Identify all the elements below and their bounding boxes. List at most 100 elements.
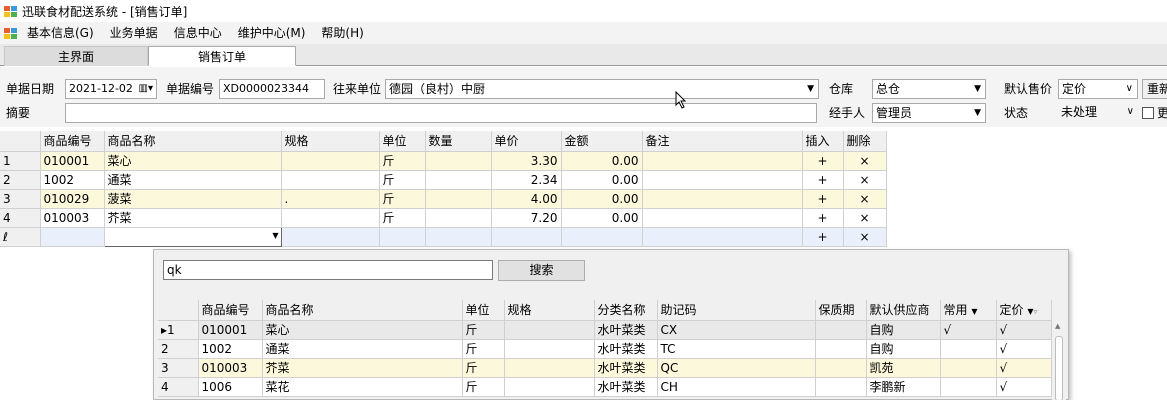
col-name[interactable]: 商品名称	[262, 300, 463, 321]
cell-list-price[interactable]: √	[996, 358, 1052, 378]
cell-supplier[interactable]: 李鹏新	[866, 377, 941, 397]
scrollbar-thumb[interactable]	[1055, 336, 1063, 400]
col-code[interactable]: 商品编号	[40, 131, 105, 152]
chevron-down-icon[interactable]: ▼	[272, 231, 278, 240]
cell-price[interactable]: 3.30	[491, 151, 562, 171]
col-unit[interactable]: 单位	[379, 131, 426, 152]
product-name-dropdown[interactable]: ▼	[103, 226, 282, 247]
menu-info-center[interactable]: 信息中心	[166, 22, 230, 44]
menu-business-docs[interactable]: 业务单据	[102, 22, 166, 44]
tab-home[interactable]: 主界面	[4, 46, 148, 66]
cell-price[interactable]	[491, 227, 562, 247]
chevron-down-icon[interactable]: ▼	[971, 307, 977, 316]
cell-unit[interactable]: 斤	[379, 170, 426, 190]
cell-name[interactable]: 芥菜	[104, 208, 282, 228]
insert-row-button[interactable]: +	[802, 208, 844, 228]
cell-unit[interactable]: 斤	[379, 189, 426, 209]
cell-mnemonic[interactable]: QC	[657, 358, 816, 378]
col-code[interactable]: 商品编号	[198, 300, 263, 321]
popup-scrollbar[interactable]: ▲	[1052, 320, 1066, 400]
status-select[interactable]: 未处理 ∨	[1058, 103, 1138, 123]
cell-name[interactable]: 菜心	[104, 151, 282, 171]
cell-supplier[interactable]: 凯苑	[866, 358, 941, 378]
cell-mnemonic[interactable]: TC	[657, 339, 816, 359]
cell-memo[interactable]	[642, 151, 803, 171]
cell-unit[interactable]: 斤	[462, 358, 505, 378]
menu-help[interactable]: 帮助(H)	[313, 22, 371, 44]
more-checkbox[interactable]	[1142, 107, 1154, 119]
cell-shelf-life[interactable]	[815, 377, 867, 397]
row-index[interactable]: 4	[158, 377, 199, 397]
table-row[interactable]: 4 1006 菜花 斤 水叶菜类 CH 李鹏新 √	[158, 377, 1052, 397]
cell-unit[interactable]: 斤	[379, 151, 426, 171]
table-row[interactable]: 3 010003 芥菜 斤 水叶菜类 QC 凯苑 √	[158, 358, 1052, 378]
table-row[interactable]: ▸1 010001 菜心 斤 水叶菜类 CX 自购 √ √	[158, 320, 1052, 340]
cell-unit[interactable]	[379, 227, 426, 247]
cell-list-price[interactable]: √	[996, 320, 1052, 340]
cell-spec[interactable]: .	[281, 189, 380, 209]
insert-row-button[interactable]: +	[802, 189, 844, 209]
cell-category[interactable]: 水叶菜类	[594, 339, 658, 359]
cell-category[interactable]: 水叶菜类	[594, 377, 658, 397]
col-mnemonic[interactable]: 助记码	[657, 300, 816, 321]
row-index[interactable]: 3	[158, 358, 199, 378]
row-index[interactable]: 1	[0, 151, 41, 171]
delete-row-button[interactable]: ×	[843, 227, 887, 247]
doc-no-field[interactable]: XD0000023344	[219, 79, 325, 99]
cell-qty[interactable]	[425, 227, 492, 247]
col-spec[interactable]: 规格	[281, 131, 380, 152]
menu-basic-info[interactable]: 基本信息(G)	[19, 22, 102, 44]
col-delete[interactable]: 删除	[843, 131, 887, 152]
cell-supplier[interactable]: 自购	[866, 339, 941, 359]
cell-spec[interactable]	[281, 170, 380, 190]
cell-category[interactable]: 水叶菜类	[594, 320, 658, 340]
cell-spec[interactable]	[504, 320, 595, 340]
cell-unit[interactable]: 斤	[462, 377, 505, 397]
cell-code[interactable]: 010003	[40, 208, 105, 228]
cell-common[interactable]	[940, 377, 997, 397]
table-row[interactable]: 2 1002 通菜 斤 2.34 0.00 + ×	[0, 170, 887, 190]
cell-qty[interactable]	[425, 208, 492, 228]
insert-row-button[interactable]: +	[802, 227, 844, 247]
search-button[interactable]: 搜索	[498, 260, 585, 281]
cell-code[interactable]	[40, 227, 105, 247]
row-index[interactable]: 2	[0, 170, 41, 190]
cell-name[interactable]: 菜心	[262, 320, 463, 340]
cell-unit[interactable]: 斤	[462, 339, 505, 359]
cell-shelf-life[interactable]	[815, 320, 867, 340]
cell-shelf-life[interactable]	[815, 339, 867, 359]
col-unit[interactable]: 单位	[462, 300, 505, 321]
default-price-select[interactable]: 定价 ∨	[1058, 79, 1138, 99]
cell-code[interactable]: 010029	[40, 189, 105, 209]
warehouse-select[interactable]: 总仓 ▼	[872, 79, 986, 99]
tab-sales-order[interactable]: 销售订单	[148, 46, 296, 66]
col-shelf-life[interactable]: 保质期	[815, 300, 867, 321]
cell-memo[interactable]	[642, 227, 803, 247]
cell-common[interactable]	[940, 339, 997, 359]
cell-name[interactable]: 芥菜	[262, 358, 463, 378]
cell-price[interactable]: 7.20	[491, 208, 562, 228]
cell-spec[interactable]	[504, 339, 595, 359]
cell-unit[interactable]: 斤	[462, 320, 505, 340]
insert-row-button[interactable]: +	[802, 170, 844, 190]
cell-supplier[interactable]: 自购	[866, 320, 941, 340]
filter-icon[interactable]: ▿	[1034, 307, 1038, 316]
cell-spec[interactable]	[281, 208, 380, 228]
col-supplier[interactable]: 默认供应商	[866, 300, 941, 321]
col-price[interactable]: 单价	[491, 131, 562, 152]
cell-common[interactable]: √	[940, 320, 997, 340]
memo-field[interactable]	[65, 103, 817, 123]
cell-memo[interactable]	[642, 208, 803, 228]
col-name[interactable]: 商品名称	[104, 131, 282, 152]
cell-spec[interactable]	[504, 377, 595, 397]
refresh-button[interactable]: 重新	[1142, 79, 1167, 99]
table-row[interactable]: 2 1002 通菜 斤 水叶菜类 TC 自购 √	[158, 339, 1052, 359]
row-index[interactable]: ▸1	[158, 320, 199, 340]
cell-code[interactable]: 1006	[198, 377, 263, 397]
cell-code[interactable]: 1002	[198, 339, 263, 359]
cell-shelf-life[interactable]	[815, 358, 867, 378]
cell-qty[interactable]	[425, 170, 492, 190]
cell-qty[interactable]	[425, 189, 492, 209]
row-index[interactable]: 2	[158, 339, 199, 359]
cell-list-price[interactable]: √	[996, 377, 1052, 397]
